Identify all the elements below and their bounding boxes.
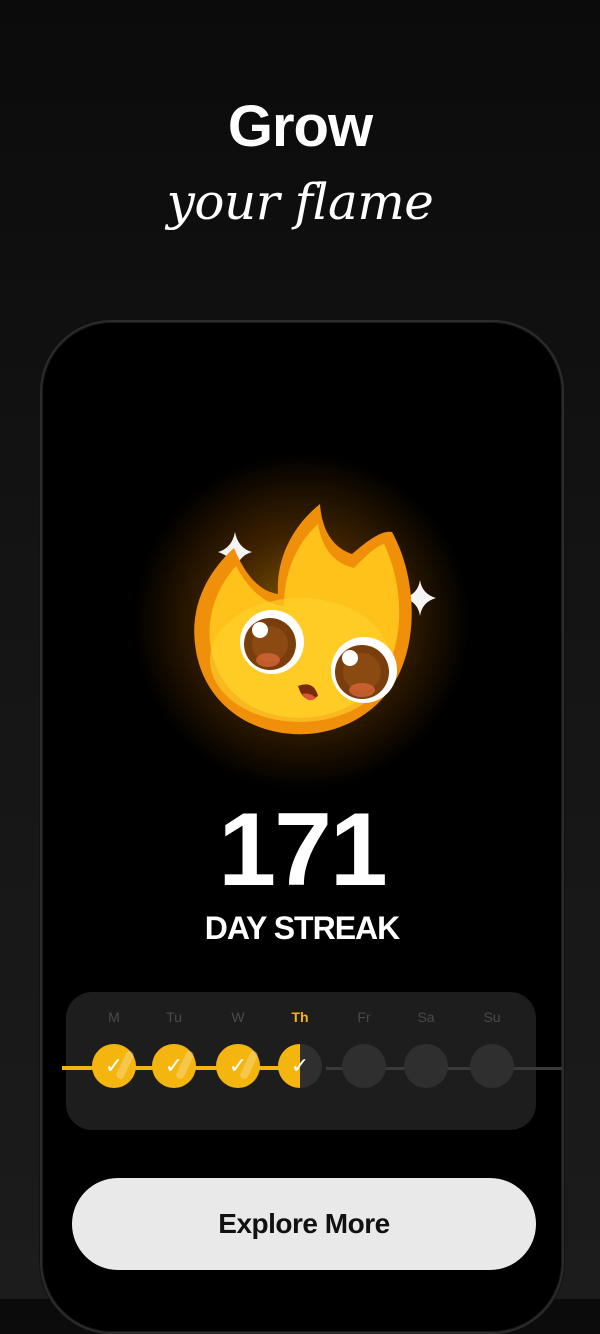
day-friday: Fr	[342, 1006, 386, 1088]
streak-count: 171	[218, 792, 388, 908]
day-empty-dot	[342, 1044, 386, 1088]
day-label-today: Th	[291, 1009, 309, 1025]
day-saturday: Sa	[404, 1006, 448, 1088]
day-label: W	[231, 1009, 245, 1025]
headline-line1: Grow	[227, 94, 373, 159]
day-tuesday: Tu ✓	[152, 1006, 196, 1088]
headline-line2: your flame	[166, 173, 434, 231]
day-empty-dot	[470, 1044, 514, 1088]
explore-more-button[interactable]: Explore More	[72, 1178, 536, 1270]
day-label: Fr	[357, 1009, 371, 1025]
checkmark-icon: ✓	[152, 1044, 196, 1088]
day-wednesday: W ✓	[216, 1006, 260, 1088]
day-thursday: Th ✓	[278, 1006, 322, 1088]
day-label: Tu	[166, 1009, 182, 1025]
streak-label: DAY STREAK	[204, 910, 401, 946]
checkmark-icon: ✓	[92, 1044, 136, 1088]
day-label: Su	[483, 1009, 501, 1025]
day-label: Sa	[417, 1009, 435, 1025]
phone-frame: 171 DAY STREAK M ✓ Tu ✓ W ✓ Th ✓ Fr Sa S…	[40, 320, 564, 1334]
checkmark-icon: ✓	[278, 1044, 322, 1088]
day-sunday: Su	[470, 1006, 514, 1088]
day-empty-dot	[404, 1044, 448, 1088]
day-monday: M ✓	[92, 1006, 136, 1088]
week-progress-card: M ✓ Tu ✓ W ✓ Th ✓ Fr Sa Su	[62, 992, 562, 1130]
flame-mascot-icon	[194, 504, 436, 735]
checkmark-icon: ✓	[216, 1044, 260, 1088]
day-label: M	[108, 1009, 120, 1025]
headline: Grow your flame	[0, 92, 600, 232]
